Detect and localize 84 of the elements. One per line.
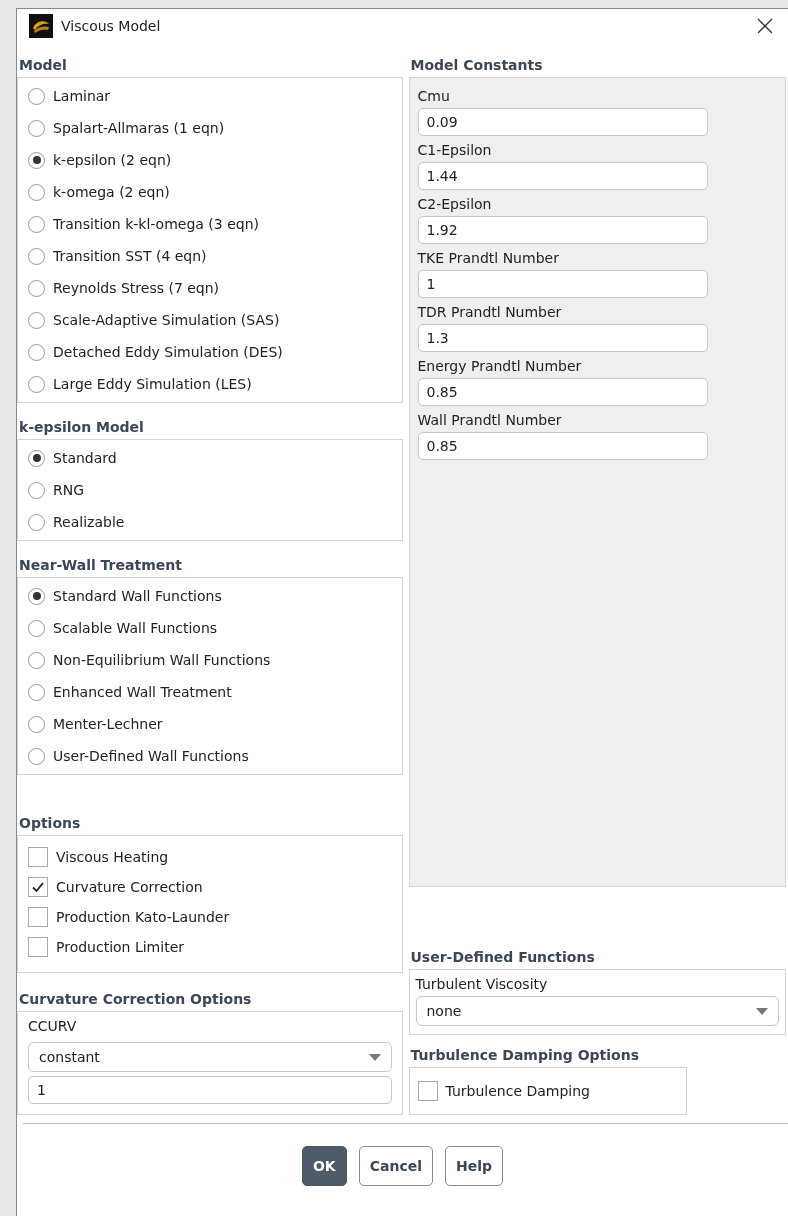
checkbox-label: Curvature Correction xyxy=(56,879,203,896)
method-dropdown[interactable]: constant xyxy=(28,1042,392,1073)
field-label: C1-Epsilon xyxy=(417,141,493,161)
constant-input[interactable]: 1 xyxy=(417,270,708,299)
constant-input[interactable]: 0.85 xyxy=(417,378,708,407)
udf-dropdown[interactable]: none xyxy=(415,996,779,1027)
radio-button[interactable] xyxy=(28,683,45,701)
dialog-button[interactable]: OK xyxy=(301,1146,347,1186)
field-label: Energy Prandtl Number xyxy=(417,357,583,377)
radio-label: Non-Equilibrium Wall Functions xyxy=(53,652,271,669)
checkbox-label: Turbulence Damping xyxy=(445,1083,590,1100)
constant-input[interactable]: 0.09 xyxy=(417,108,708,137)
radio-button[interactable] xyxy=(28,119,45,137)
constant-input[interactable]: 0.85 xyxy=(417,432,708,461)
field-label: C2-Epsilon xyxy=(417,195,493,215)
radio-button[interactable] xyxy=(28,587,45,605)
radio-label: Laminar xyxy=(53,88,111,105)
checkbox[interactable] xyxy=(28,937,48,958)
dialog-button[interactable]: Cancel xyxy=(358,1146,433,1186)
radio-label: User-Defined Wall Functions xyxy=(53,748,249,765)
radio-button[interactable] xyxy=(28,87,45,105)
section-heading: Curvature Correction Options xyxy=(19,991,253,1008)
app-logo-icon xyxy=(29,14,53,39)
radio-button[interactable] xyxy=(28,513,45,531)
dropdown-caret-icon xyxy=(368,1053,381,1061)
radio-button[interactable] xyxy=(28,481,45,499)
section-heading: Model Constants xyxy=(410,57,544,74)
radio-button[interactable] xyxy=(28,747,45,765)
checkbox[interactable] xyxy=(417,1081,438,1102)
radio-label: Spalart-Allmaras (1 eqn) xyxy=(53,120,225,137)
checkbox-label: Production Kato-Launder xyxy=(56,909,230,926)
checkbox[interactable] xyxy=(28,877,48,898)
radio-label: Realizable xyxy=(53,514,125,531)
radio-button[interactable] xyxy=(28,619,45,637)
radio-label: Menter-Lechner xyxy=(53,716,163,733)
radio-label: Standard Wall Functions xyxy=(53,588,222,605)
radio-button[interactable] xyxy=(28,651,45,669)
field-label: CCURV xyxy=(28,1017,78,1037)
radio-button[interactable] xyxy=(28,375,45,393)
value-input[interactable]: 1 xyxy=(28,1076,392,1105)
section-heading: Near-Wall Treatment xyxy=(19,557,183,574)
radio-button[interactable] xyxy=(28,183,45,201)
radio-label: Reynolds Stress (7 eqn) xyxy=(53,280,220,297)
radio-button[interactable] xyxy=(28,215,45,233)
field-label: TDR Prandtl Number xyxy=(417,303,563,323)
dialog-button[interactable]: Help xyxy=(445,1146,504,1186)
radio-label: Large Eddy Simulation (LES) xyxy=(53,376,252,393)
radio-button[interactable] xyxy=(28,343,45,361)
constant-input[interactable]: 1.3 xyxy=(417,324,708,353)
radio-label: Transition SST (4 eqn) xyxy=(53,248,207,265)
field-label: TKE Prandtl Number xyxy=(417,249,560,269)
constant-input[interactable]: 1.92 xyxy=(417,216,708,245)
checkbox[interactable] xyxy=(28,847,48,868)
field-label: Cmu xyxy=(417,87,451,107)
checkbox[interactable] xyxy=(28,907,48,928)
dropdown-caret-icon xyxy=(756,1007,768,1015)
checkmark-icon xyxy=(31,880,45,895)
radio-label: k-omega (2 eqn) xyxy=(53,184,170,201)
checkbox-label: Production Limiter xyxy=(56,939,184,956)
section-heading: Model xyxy=(19,57,68,74)
section-heading: k-epsilon Model xyxy=(19,419,145,436)
radio-label: Scalable Wall Functions xyxy=(53,620,218,637)
window-title: Viscous Model xyxy=(61,18,162,35)
constant-input[interactable]: 1.44 xyxy=(417,162,708,191)
radio-label: Standard xyxy=(53,450,117,467)
radio-label: Enhanced Wall Treatment xyxy=(53,684,232,701)
radio-button[interactable] xyxy=(28,151,45,169)
section-heading: Options xyxy=(19,815,82,832)
section-heading: Turbulence Damping Options xyxy=(410,1047,640,1064)
radio-button[interactable] xyxy=(28,247,45,265)
radio-label: Scale-Adaptive Simulation (SAS) xyxy=(53,312,280,329)
radio-label: Transition k-kl-omega (3 eqn) xyxy=(53,216,259,233)
radio-button[interactable] xyxy=(28,449,45,467)
radio-button[interactable] xyxy=(28,279,45,297)
radio-label: k-epsilon (2 eqn) xyxy=(53,152,172,169)
radio-label: RNG xyxy=(53,482,85,499)
field-label: Wall Prandtl Number xyxy=(417,411,563,431)
radio-label: Detached Eddy Simulation (DES) xyxy=(53,344,283,361)
section-heading: User-Defined Functions xyxy=(410,949,596,966)
close-icon xyxy=(757,18,773,35)
field-label: Turbulent Viscosity xyxy=(415,975,549,995)
radio-button[interactable] xyxy=(28,715,45,733)
checkbox-label: Viscous Heating xyxy=(56,849,169,866)
radio-button[interactable] xyxy=(28,311,45,329)
